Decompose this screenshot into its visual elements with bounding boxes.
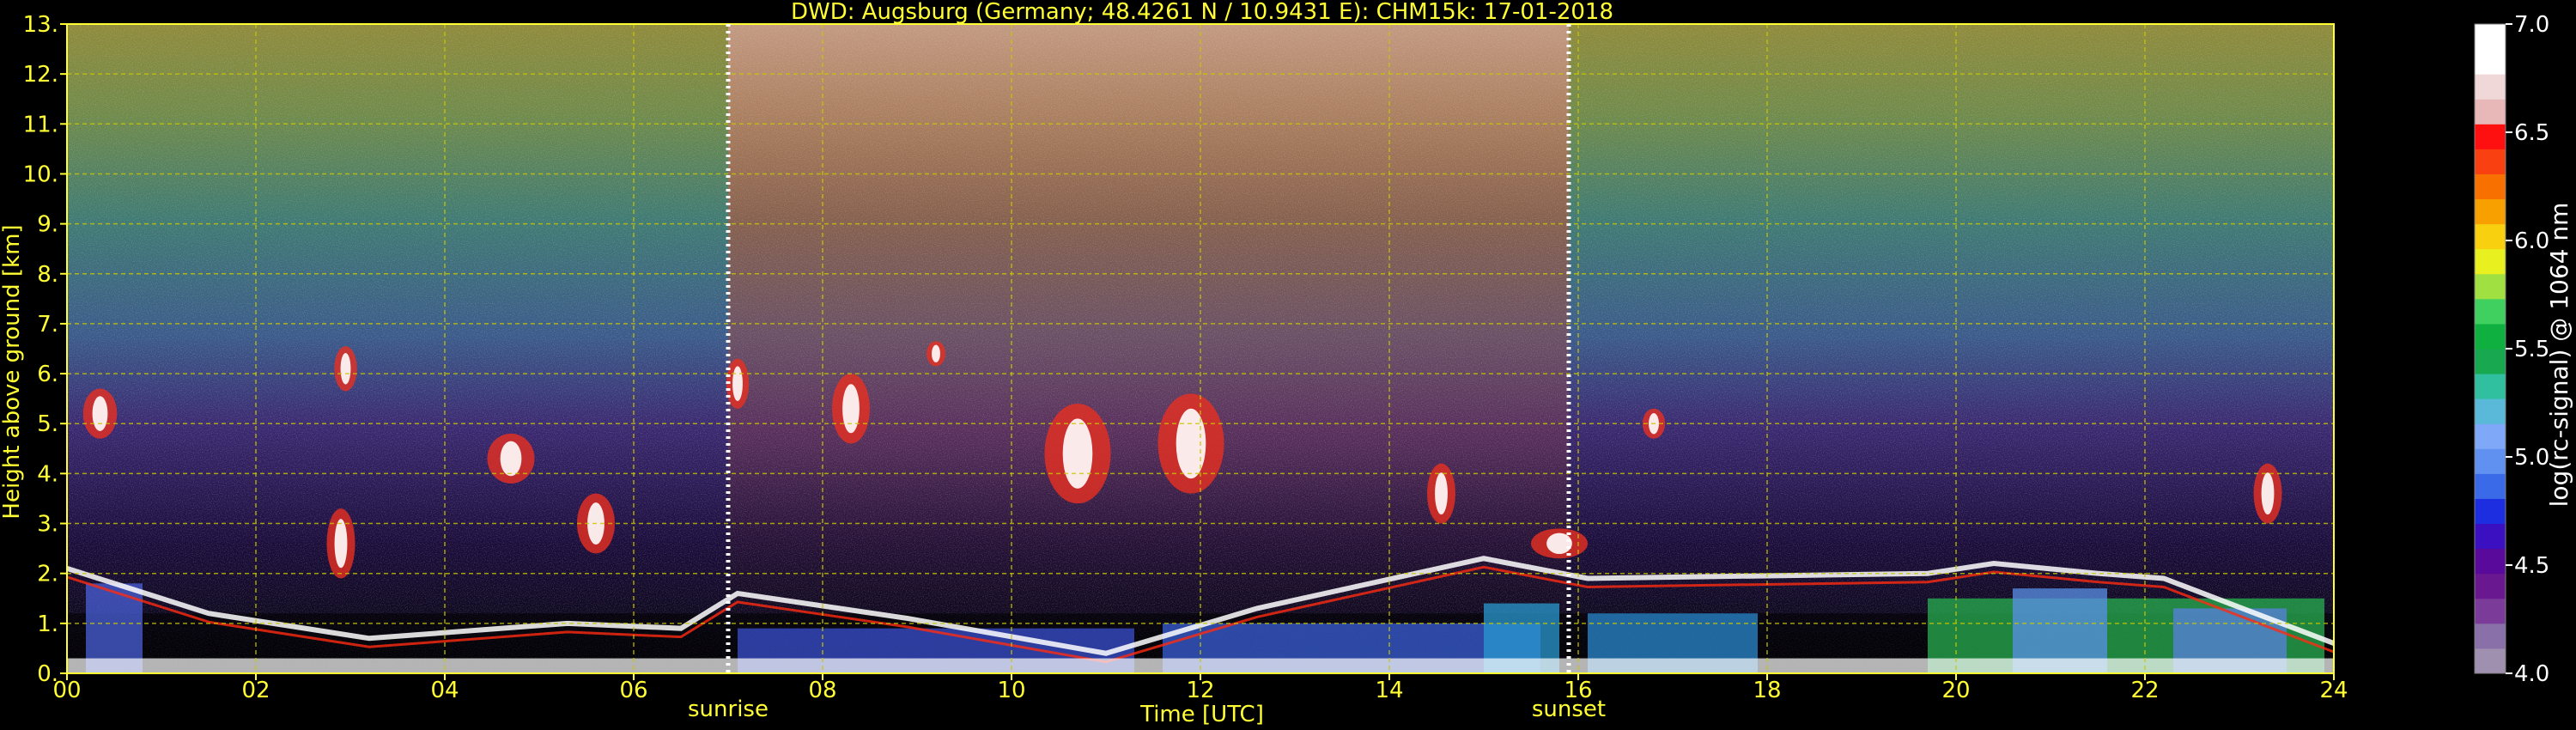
colorbar-segment	[2475, 623, 2506, 649]
colorbar-segment	[2475, 124, 2506, 149]
colorbar-segment	[2475, 448, 2506, 474]
x-tick-label: 08	[808, 678, 836, 703]
cloud-feature-core	[1546, 532, 1572, 555]
x-tick-label: 20	[1941, 678, 1970, 703]
colorbar-segment	[2475, 173, 2506, 200]
x-tick-label: 22	[2130, 678, 2159, 703]
y-tick-label: 6.	[37, 362, 58, 387]
colorbar: 4.04.55.05.56.06.57.0	[2474, 12, 2549, 687]
y-axis-label: Height above ground [km]	[0, 224, 25, 519]
colorbar-segment	[2475, 498, 2506, 525]
colorbar-segment	[2475, 648, 2506, 674]
y-tick-label: 3.	[37, 512, 58, 538]
y-tick-label: 8.	[37, 262, 58, 288]
colorbar-tick-label: 4.5	[2514, 553, 2549, 579]
x-tick-label: 24	[2319, 678, 2348, 703]
cloud-feature-core	[1435, 472, 1448, 515]
colorbar-segment	[2475, 149, 2506, 174]
colorbar-segment	[2475, 49, 2506, 75]
colorbar-segment	[2475, 398, 2506, 424]
sun-marker-label: sunset	[1532, 697, 1606, 722]
y-tick-label: 4.	[37, 461, 58, 487]
cloud-feature-core	[1062, 418, 1093, 489]
sun-marker-label: sunrise	[688, 697, 769, 722]
plot-area	[66, 23, 2336, 674]
y-tick-label: 5.	[37, 411, 58, 437]
y-tick-label: 2.	[37, 562, 58, 587]
colorbar-segment	[2475, 573, 2506, 599]
colorbar-segment	[2475, 374, 2506, 399]
colorbar-segment	[2475, 298, 2506, 325]
x-axis-ticks: 00 02 04 06 08 10 12 14 16 18 20 22 24	[52, 673, 2348, 703]
x-tick-label: 14	[1375, 678, 1403, 703]
y-tick-label: 10.	[23, 161, 58, 187]
colorbar-segment	[2475, 99, 2506, 125]
x-tick-label: 04	[430, 678, 459, 703]
y-tick-label: 9.	[37, 212, 58, 238]
x-tick-label: 18	[1753, 678, 1781, 703]
cloud-feature-core	[500, 441, 522, 477]
colorbar-segment	[2475, 273, 2506, 300]
colorbar-segment	[2475, 523, 2506, 550]
chart-title: DWD: Augsburg (Germany; 48.4261 N / 10.9…	[791, 0, 1613, 25]
colorbar-segment	[2475, 548, 2506, 575]
x-tick-label: 12	[1186, 678, 1214, 703]
colorbar-label: log(rc-signal) @ 1064 nm	[2545, 203, 2573, 508]
cloud-feature-core	[932, 344, 940, 362]
y-tick-label: 0.	[37, 661, 58, 687]
y-axis-ticks: 0. 1. 2. 3. 4. 5. 6. 7. 8. 9. 10. 11. 12. 13.	[23, 12, 67, 687]
y-tick-label: 11.	[23, 112, 58, 137]
y-tick-label: 12.	[23, 62, 58, 88]
colorbar-tick-label: 6.5	[2514, 120, 2549, 146]
cloud-feature-core	[334, 519, 348, 569]
colorbar-segment	[2475, 223, 2506, 250]
cloud-feature-core	[732, 366, 743, 402]
x-tick-label: 02	[241, 678, 270, 703]
cloud-feature-core	[1176, 408, 1206, 479]
cloud-feature-core	[842, 384, 860, 434]
y-tick-label: 1.	[37, 611, 58, 637]
colorbar-tick-label: 7.0	[2514, 12, 2549, 38]
x-axis-label: Time [UTC]	[1139, 702, 1264, 727]
cloud-feature-core	[92, 396, 108, 431]
y-tick-label: 13.	[23, 12, 58, 38]
colorbar-tick-label: 4.0	[2514, 661, 2549, 687]
colorbar-segment	[2475, 423, 2506, 449]
colorbar-segment	[2475, 248, 2506, 275]
colorbar-segment	[2475, 74, 2506, 100]
x-tick-label: 10	[997, 678, 1025, 703]
colorbar-segment	[2475, 24, 2506, 50]
colorbar-segment	[2475, 198, 2506, 225]
cloud-feature-core	[2261, 472, 2275, 515]
ceilometer-chart: DWD: Augsburg (Germany; 48.4261 N / 10.9…	[0, 0, 2573, 727]
y-tick-label: 7.	[37, 312, 58, 338]
colorbar-segment	[2475, 323, 2506, 350]
cloud-feature-core	[340, 352, 351, 385]
colorbar-segment	[2475, 473, 2506, 499]
colorbar-segment	[2475, 598, 2506, 624]
colorbar-segment	[2475, 349, 2506, 374]
x-tick-label: 06	[619, 678, 647, 703]
